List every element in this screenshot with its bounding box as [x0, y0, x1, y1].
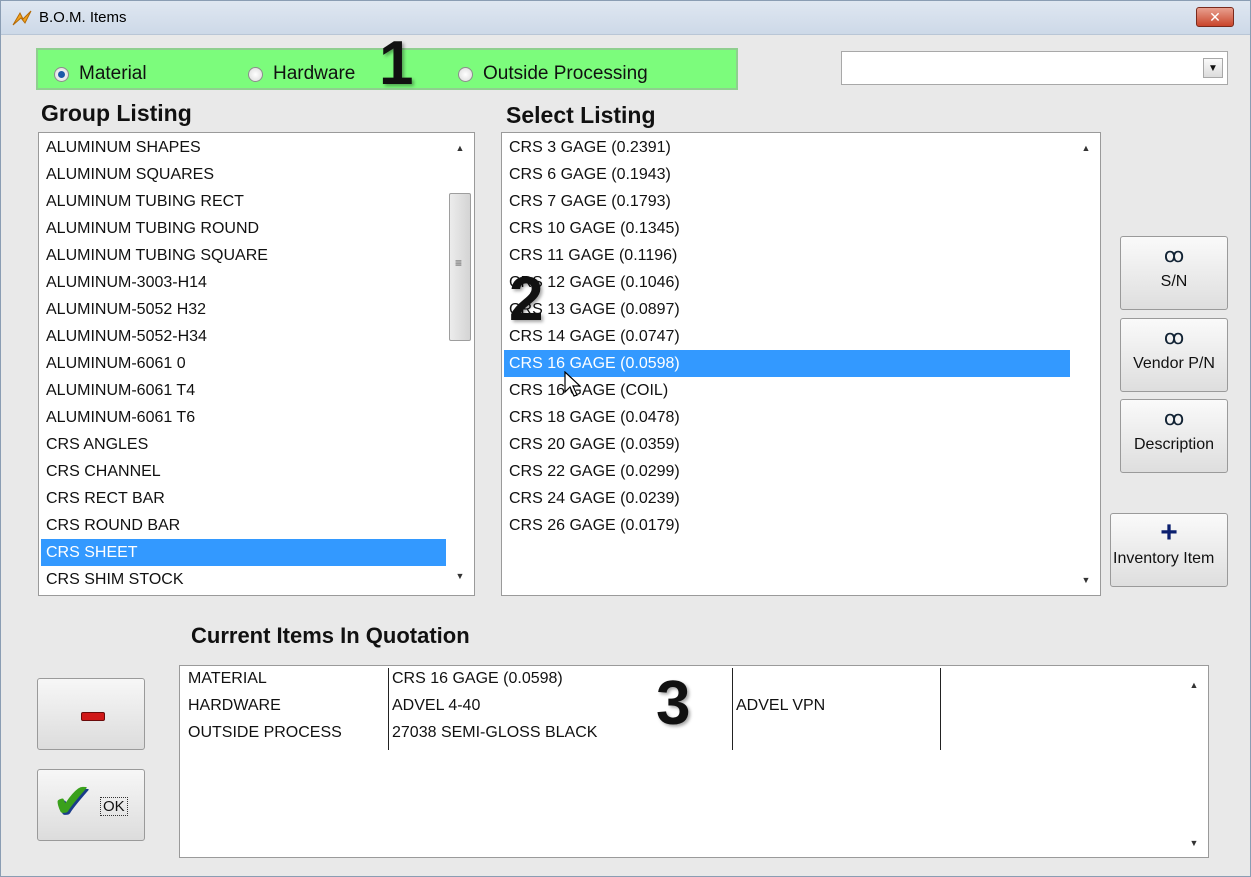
select-listing-list[interactable]: CRS 3 GAGE (0.2391) CRS 6 GAGE (0.1943) … — [501, 132, 1101, 596]
scroll-down-icon[interactable]: ▼ — [1080, 575, 1092, 585]
quotation-scrollbar[interactable]: ▲ ▼ — [1180, 666, 1208, 857]
list-item[interactable]: ALUMINUM-5052 H32 — [41, 296, 447, 323]
list-item[interactable]: CRS 12 GAGE (0.1046) — [504, 269, 1070, 296]
description-search-button[interactable]: ꝏ Description — [1120, 399, 1228, 473]
annotation-number-2: 2 — [509, 265, 544, 334]
mouse-cursor-icon — [564, 371, 582, 397]
quotation-item: ADVEL 4-40 — [392, 697, 481, 714]
quotation-type: MATERIAL — [188, 670, 267, 687]
vendor-pn-button-label: Vendor P/N — [1133, 355, 1215, 372]
sn-button-label: S/N — [1160, 273, 1188, 290]
list-item[interactable]: ALUMINUM-3003-H14 — [41, 269, 447, 296]
annotation-number-3: 3 — [656, 669, 691, 738]
window-title: B.O.M. Items — [39, 9, 127, 26]
list-item[interactable]: CRS 22 GAGE (0.0299) — [504, 458, 1070, 485]
scroll-down-icon[interactable]: ▼ — [1188, 838, 1200, 848]
description-button-label: Description — [1133, 436, 1215, 453]
radio-hardware-label: Hardware — [273, 63, 356, 84]
remove-item-button[interactable] — [37, 678, 145, 750]
inventory-item-button-label: Inventory Item — [1113, 550, 1215, 567]
list-item[interactable]: ALUMINUM SQUARES — [41, 161, 447, 188]
current-items-label: Current Items In Quotation — [191, 623, 470, 648]
scroll-up-icon[interactable]: ▲ — [1188, 680, 1200, 690]
list-item[interactable]: ALUMINUM TUBING ROUND — [41, 215, 447, 242]
plus-icon: + — [1160, 516, 1178, 549]
list-item[interactable]: CRS 10 GAGE (0.1345) — [504, 215, 1070, 242]
group-listing-scrollbar[interactable]: ▲ ≡ ▼ — [446, 133, 474, 595]
list-item[interactable]: ALUMINUM TUBING RECT — [41, 188, 447, 215]
list-item[interactable]: ALUMINUM-6061 T4 — [41, 377, 447, 404]
close-icon: ✕ — [1209, 9, 1221, 25]
group-listing-label: Group Listing — [41, 100, 192, 126]
scroll-thumb[interactable]: ≡ — [449, 193, 471, 341]
scroll-up-icon[interactable]: ▲ — [454, 143, 466, 153]
list-item[interactable]: CRS 7 GAGE (0.1793) — [504, 188, 1070, 215]
list-item[interactable]: CRS 6 GAGE (0.1943) — [504, 161, 1070, 188]
list-item[interactable]: ALUMINUM SHAPES — [41, 134, 447, 161]
select-listing-label: Select Listing — [506, 102, 656, 128]
binoculars-icon: ꝏ — [1163, 327, 1185, 349]
list-item[interactable]: CRS ANGLES — [41, 431, 447, 458]
select-listing-scrollbar[interactable]: ▲ ▼ — [1072, 133, 1100, 595]
scroll-grip-icon: ≡ — [455, 256, 463, 270]
list-item-selected[interactable]: CRS SHEET — [41, 539, 447, 566]
list-item[interactable]: CRS SHIM STOCK — [41, 566, 447, 593]
radio-outside-processing[interactable]: Outside Processing — [458, 63, 648, 85]
radio-material[interactable]: Material — [54, 63, 147, 85]
combo-dropdown-arrow-icon[interactable]: ▼ — [1203, 58, 1223, 78]
radio-material-dot[interactable] — [54, 66, 69, 82]
radio-material-label: Material — [79, 63, 147, 84]
filter-combo-box[interactable]: ▼ — [841, 51, 1228, 85]
inventory-item-button[interactable]: + Inventory Item — [1110, 513, 1228, 587]
binoculars-icon: ꝏ — [1163, 245, 1185, 267]
list-item[interactable]: CRS 18 GAGE (0.0478) — [504, 404, 1070, 431]
list-item[interactable]: CRS 16 GAGE (COIL) — [504, 377, 1070, 404]
radio-hardware-dot[interactable] — [248, 66, 263, 82]
quotation-item: CRS 16 GAGE (0.0598) — [392, 670, 563, 687]
minus-icon — [81, 712, 105, 721]
list-item[interactable]: CRS CHANNEL — [41, 458, 447, 485]
list-item[interactable]: CRS 11 GAGE (0.1196) — [504, 242, 1070, 269]
quotation-type: OUTSIDE PROCESS — [188, 724, 342, 741]
group-listing-list[interactable]: ALUMINUM SHAPES ALUMINUM SQUARES ALUMINU… — [38, 132, 475, 596]
bom-items-window: B.O.M. Items ✕ Material Hardware Outside… — [0, 0, 1251, 877]
list-item[interactable]: CRS 26 GAGE (0.0179) — [504, 512, 1070, 539]
list-item[interactable]: ALUMINUM TUBING SQUARE — [41, 242, 447, 269]
quotation-type: HARDWARE — [188, 697, 281, 714]
quotation-items-list[interactable]: MATERIAL CRS 16 GAGE (0.0598) HARDWARE A… — [179, 665, 1209, 858]
sn-search-button[interactable]: ꝏ S/N — [1120, 236, 1228, 310]
list-item[interactable]: CRS ROUND BAR — [41, 512, 447, 539]
ok-button-label: OK — [100, 797, 128, 816]
scroll-down-icon[interactable]: ▼ — [454, 571, 466, 581]
list-item[interactable]: CRS 13 GAGE (0.0897) — [504, 296, 1070, 323]
scroll-up-icon[interactable]: ▲ — [1080, 143, 1092, 153]
vendor-pn-search-button[interactable]: ꝏ Vendor P/N — [1120, 318, 1228, 392]
list-item[interactable]: CRS 3 GAGE (0.2391) — [504, 134, 1070, 161]
list-item[interactable]: CRS RECT BAR — [41, 485, 447, 512]
close-button[interactable]: ✕ — [1196, 7, 1234, 27]
title-bar[interactable]: B.O.M. Items ✕ — [1, 1, 1250, 35]
list-item[interactable]: CRS 14 GAGE (0.0747) — [504, 323, 1070, 350]
list-item-selected[interactable]: CRS 16 GAGE (0.0598) — [504, 350, 1070, 377]
quotation-item: 27038 SEMI-GLOSS BLACK — [392, 724, 598, 741]
app-icon — [12, 10, 32, 26]
list-item[interactable]: CRS 24 GAGE (0.0239) — [504, 485, 1070, 512]
annotation-number-1: 1 — [379, 29, 414, 98]
quotation-extra: ADVEL VPN — [736, 697, 826, 714]
list-item[interactable]: CRS 20 GAGE (0.0359) — [504, 431, 1070, 458]
binoculars-icon: ꝏ — [1163, 408, 1185, 430]
radio-outside-processing-label: Outside Processing — [483, 63, 648, 84]
ok-button[interactable]: ✔ OK — [37, 769, 145, 841]
radio-outside-processing-dot[interactable] — [458, 66, 473, 82]
radio-hardware[interactable]: Hardware — [248, 63, 355, 85]
list-item[interactable]: ALUMINUM-6061 T6 — [41, 404, 447, 431]
list-item[interactable]: ALUMINUM-5052-H34 — [41, 323, 447, 350]
list-item[interactable]: ALUMINUM-6061 0 — [41, 350, 447, 377]
checkmark-icon: ✔ — [52, 775, 93, 828]
